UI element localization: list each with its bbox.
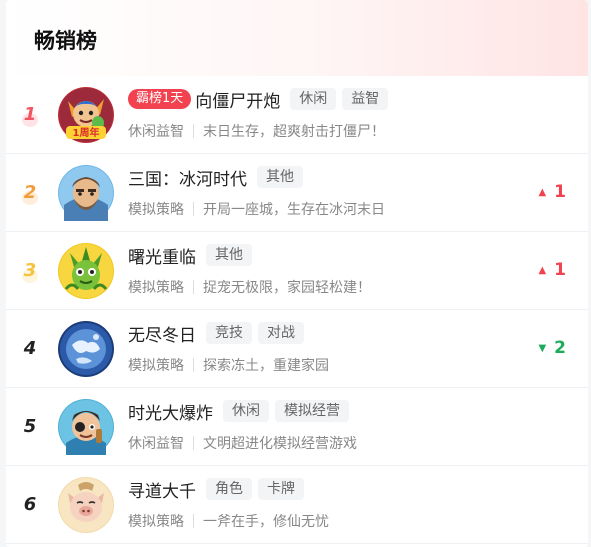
game-description: 末日生存，超爽射击打僵尸！ (203, 124, 385, 140)
page-title: 畅销榜 (34, 29, 97, 53)
game-description: 文明超进化模拟经营游戏 (203, 436, 357, 452)
tag[interactable]: 其他 (206, 244, 252, 266)
list-item[interactable]: 4 无尽冬日 竞技 对战 模拟策略 探索冻土，重建家园 ▼ 2 (6, 310, 588, 388)
rank-number: 2 (22, 182, 38, 205)
list-item[interactable]: 1 1周年 霸榜1天 向僵尸开炮 休闲 益智 休闲益智 末日生存，超爽射击打僵尸… (6, 76, 588, 154)
game-description: 探索冻土，重建家园 (203, 358, 329, 374)
tag[interactable]: 卡牌 (258, 478, 304, 500)
game-avatar-plant-creature-icon[interactable] (58, 243, 114, 299)
rank-number: 5 (23, 416, 37, 437)
arrow-up-icon: ▲ (538, 264, 547, 276)
tag[interactable]: 对战 (258, 322, 304, 344)
game-description: 一斧在手，修仙无忧 (203, 514, 329, 530)
game-avatar-warrior-icon[interactable] (58, 165, 114, 221)
tag[interactable]: 益智 (342, 88, 389, 110)
rank-number: 3 (22, 260, 38, 283)
game-category: 休闲益智 (128, 436, 184, 452)
rank-number: 1 (22, 104, 38, 127)
game-name[interactable]: 寻道大千 (128, 477, 196, 502)
game-avatar-caveman-icon[interactable] (58, 399, 114, 455)
tag[interactable]: 竞技 (206, 322, 252, 344)
divider (193, 124, 194, 138)
divider (193, 358, 194, 372)
list-item[interactable]: 2 三国：冰河时代 其他 模拟策略 开局一座城，生存在冰河末日 ▲ 1 (6, 154, 588, 232)
anniversary-text: 1周年 (73, 126, 100, 139)
rank-number: 4 (23, 338, 37, 359)
tag[interactable]: 其他 (257, 166, 303, 188)
tag[interactable]: 休闲 (223, 400, 269, 422)
rank-change: ▲ 1 (538, 182, 566, 202)
rank-number: 6 (23, 494, 37, 515)
divider (193, 202, 194, 216)
tag[interactable]: 模拟经营 (275, 400, 349, 422)
list-item[interactable]: 3 曙光重临 其他 模拟策略 捉宠无极限，家园轻松建！ ▲ 1 (6, 232, 588, 310)
arrow-up-icon: ▲ (538, 186, 547, 198)
list-item[interactable]: 5 时光大爆炸 休闲 模拟经营 休闲益智 文明超进化模拟经营游戏 (6, 388, 588, 466)
divider (193, 280, 194, 294)
list-item[interactable]: 6 寻道大千 角色 卡牌 模拟策略 一斧在手，修仙无忧 (6, 466, 588, 544)
rank-change: ▲ 1 (538, 260, 566, 280)
game-description: 开局一座城，生存在冰河末日 (203, 202, 385, 218)
game-name[interactable]: 无尽冬日 (128, 321, 196, 346)
bestseller-panel: 畅销榜 1 1周年 霸榜1天 向僵尸开炮 休闲 益智 休闲益智 末日生存，超爽射… (6, 0, 588, 547)
game-avatar-pig-immortal-icon[interactable] (58, 477, 114, 533)
tag[interactable]: 休闲 (290, 88, 337, 110)
game-category: 休闲益智 (128, 124, 184, 140)
game-category: 模拟策略 (128, 280, 184, 296)
divider (193, 514, 194, 528)
tag[interactable]: 角色 (206, 478, 252, 500)
game-description: 捉宠无极限，家园轻松建！ (203, 280, 371, 296)
divider (193, 436, 194, 450)
game-name[interactable]: 曙光重临 (128, 243, 196, 268)
game-category: 模拟策略 (128, 358, 184, 374)
game-name[interactable]: 向僵尸开炮 (195, 87, 280, 112)
game-avatar-zombie-icon[interactable]: 1周年 (58, 87, 114, 143)
panel-header: 畅销榜 (6, 0, 588, 76)
game-category: 模拟策略 (128, 514, 184, 530)
arrow-down-icon: ▼ (538, 342, 547, 354)
rank-change: ▼ 2 (538, 338, 566, 358)
game-name[interactable]: 三国：冰河时代 (128, 165, 247, 190)
game-name[interactable]: 时光大爆炸 (128, 399, 213, 424)
game-avatar-ice-globe-icon[interactable] (58, 321, 114, 377)
rank-badge: 霸榜1天 (128, 89, 192, 109)
game-category: 模拟策略 (128, 202, 184, 218)
